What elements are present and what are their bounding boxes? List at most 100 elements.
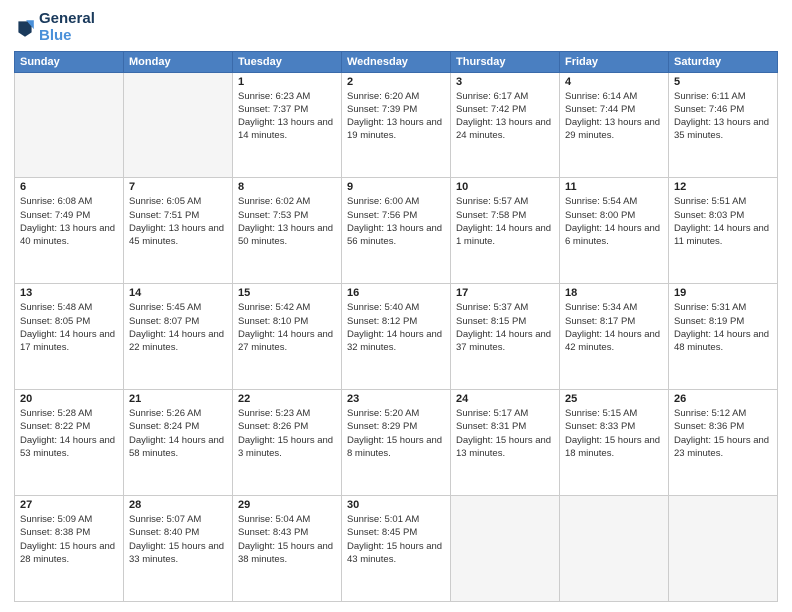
day-number: 22 — [238, 393, 336, 405]
day-info: Sunrise: 5:15 AM Sunset: 8:33 PM Dayligh… — [565, 407, 663, 460]
day-number: 24 — [456, 393, 554, 405]
calendar-cell: 24 Sunrise: 5:17 AM Sunset: 8:31 PM Dayli… — [451, 390, 560, 496]
day-info: Sunrise: 5:31 AM Sunset: 8:19 PM Dayligh… — [674, 301, 772, 354]
day-number: 11 — [565, 181, 663, 193]
day-info: Sunrise: 6:14 AM Sunset: 7:44 PM Dayligh… — [565, 90, 663, 143]
day-info: Sunrise: 6:17 AM Sunset: 7:42 PM Dayligh… — [456, 90, 554, 143]
day-info: Sunrise: 5:12 AM Sunset: 8:36 PM Dayligh… — [674, 407, 772, 460]
day-info: Sunrise: 5:26 AM Sunset: 8:24 PM Dayligh… — [129, 407, 227, 460]
calendar-cell: 20 Sunrise: 5:28 AM Sunset: 8:22 PM Dayli… — [15, 390, 124, 496]
day-number: 17 — [456, 287, 554, 299]
calendar-cell: 26Sunrise: 5:12 AM Sunset: 8:36 PM Dayli… — [669, 390, 778, 496]
calendar-cell: 5 Sunrise: 6:11 AM Sunset: 7:46 PM Daylig… — [669, 72, 778, 178]
calendar-cell: 30 Sunrise: 5:01 AM Sunset: 8:45 PM Dayli… — [342, 496, 451, 602]
day-number: 1 — [238, 76, 336, 88]
day-of-week-wednesday: Wednesday — [342, 51, 451, 72]
calendar-cell: 13Sunrise: 5:48 AM Sunset: 8:05 PM Dayli… — [15, 284, 124, 390]
day-info: Sunrise: 5:54 AM Sunset: 8:00 PM Dayligh… — [565, 195, 663, 248]
calendar-cell — [451, 496, 560, 602]
day-number: 28 — [129, 499, 227, 511]
calendar-cell: 29Sunrise: 5:04 AM Sunset: 8:43 PM Dayli… — [233, 496, 342, 602]
calendar-cell: 4 Sunrise: 6:14 AM Sunset: 7:44 PM Daylig… — [560, 72, 669, 178]
day-number: 14 — [129, 287, 227, 299]
day-number: 2 — [347, 76, 445, 88]
calendar-cell: 9 Sunrise: 6:00 AM Sunset: 7:56 PM Daylig… — [342, 178, 451, 284]
week-row-1: 1 Sunrise: 6:23 AM Sunset: 7:37 PM Daylig… — [15, 72, 778, 178]
day-of-week-monday: Monday — [124, 51, 233, 72]
calendar-body: 1 Sunrise: 6:23 AM Sunset: 7:37 PM Daylig… — [15, 72, 778, 602]
day-info: Sunrise: 6:11 AM Sunset: 7:46 PM Dayligh… — [674, 90, 772, 143]
day-info: Sunrise: 5:07 AM Sunset: 8:40 PM Dayligh… — [129, 513, 227, 566]
day-of-week-tuesday: Tuesday — [233, 51, 342, 72]
calendar-cell: 23Sunrise: 5:20 AM Sunset: 8:29 PM Dayli… — [342, 390, 451, 496]
day-number: 27 — [20, 499, 118, 511]
calendar-cell: 11 Sunrise: 5:54 AM Sunset: 8:00 PM Dayli… — [560, 178, 669, 284]
day-info: Sunrise: 6:05 AM Sunset: 7:51 PM Dayligh… — [129, 195, 227, 248]
day-info: Sunrise: 5:28 AM Sunset: 8:22 PM Dayligh… — [20, 407, 118, 460]
week-row-2: 6Sunrise: 6:08 AM Sunset: 7:49 PM Daylig… — [15, 178, 778, 284]
logo-text: General Blue — [39, 10, 95, 45]
day-number: 29 — [238, 499, 336, 511]
day-info: Sunrise: 6:00 AM Sunset: 7:56 PM Dayligh… — [347, 195, 445, 248]
calendar-cell — [669, 496, 778, 602]
day-number: 4 — [565, 76, 663, 88]
week-row-5: 27 Sunrise: 5:09 AM Sunset: 8:38 PM Dayli… — [15, 496, 778, 602]
calendar-cell: 2 Sunrise: 6:20 AM Sunset: 7:39 PM Daylig… — [342, 72, 451, 178]
calendar-cell — [124, 72, 233, 178]
calendar-cell — [15, 72, 124, 178]
day-number: 20 — [20, 393, 118, 405]
day-number: 16 — [347, 287, 445, 299]
calendar-cell: 12 Sunrise: 5:51 AM Sunset: 8:03 PM Dayli… — [669, 178, 778, 284]
day-info: Sunrise: 5:42 AM Sunset: 8:10 PM Dayligh… — [238, 301, 336, 354]
day-info: Sunrise: 5:01 AM Sunset: 8:45 PM Dayligh… — [347, 513, 445, 566]
calendar-cell — [560, 496, 669, 602]
day-info: Sunrise: 5:34 AM Sunset: 8:17 PM Dayligh… — [565, 301, 663, 354]
calendar-cell: 18 Sunrise: 5:34 AM Sunset: 8:17 PM Dayli… — [560, 284, 669, 390]
day-number: 15 — [238, 287, 336, 299]
day-number: 21 — [129, 393, 227, 405]
day-number: 9 — [347, 181, 445, 193]
calendar-cell: 10 Sunrise: 5:57 AM Sunset: 7:58 PM Dayli… — [451, 178, 560, 284]
calendar-cell: 15 Sunrise: 5:42 AM Sunset: 8:10 PM Dayli… — [233, 284, 342, 390]
calendar-cell: 19 Sunrise: 5:31 AM Sunset: 8:19 PM Dayli… — [669, 284, 778, 390]
logo: General Blue — [14, 10, 95, 45]
day-number: 12 — [674, 181, 772, 193]
calendar-cell: 17Sunrise: 5:37 AM Sunset: 8:15 PM Dayli… — [451, 284, 560, 390]
day-number: 8 — [238, 181, 336, 193]
day-number: 5 — [674, 76, 772, 88]
day-number: 30 — [347, 499, 445, 511]
calendar-cell: 21 Sunrise: 5:26 AM Sunset: 8:24 PM Dayli… — [124, 390, 233, 496]
day-of-week-sunday: Sunday — [15, 51, 124, 72]
day-info: Sunrise: 5:17 AM Sunset: 8:31 PM Dayligh… — [456, 407, 554, 460]
day-number: 18 — [565, 287, 663, 299]
day-info: Sunrise: 6:20 AM Sunset: 7:39 PM Dayligh… — [347, 90, 445, 143]
calendar-cell: 14Sunrise: 5:45 AM Sunset: 8:07 PM Dayli… — [124, 284, 233, 390]
day-number: 19 — [674, 287, 772, 299]
days-of-week-row: SundayMondayTuesdayWednesdayThursdayFrid… — [15, 51, 778, 72]
day-number: 6 — [20, 181, 118, 193]
calendar-cell: 6Sunrise: 6:08 AM Sunset: 7:49 PM Daylig… — [15, 178, 124, 284]
calendar-cell: 28 Sunrise: 5:07 AM Sunset: 8:40 PM Dayli… — [124, 496, 233, 602]
day-info: Sunrise: 5:09 AM Sunset: 8:38 PM Dayligh… — [20, 513, 118, 566]
week-row-3: 13Sunrise: 5:48 AM Sunset: 8:05 PM Dayli… — [15, 284, 778, 390]
calendar-cell: 7Sunrise: 6:05 AM Sunset: 7:51 PM Daylig… — [124, 178, 233, 284]
calendar-cell: 3Sunrise: 6:17 AM Sunset: 7:42 PM Daylig… — [451, 72, 560, 178]
day-info: Sunrise: 5:51 AM Sunset: 8:03 PM Dayligh… — [674, 195, 772, 248]
header: General Blue — [14, 10, 778, 45]
day-info: Sunrise: 5:57 AM Sunset: 7:58 PM Dayligh… — [456, 195, 554, 248]
day-of-week-friday: Friday — [560, 51, 669, 72]
calendar-cell: 1 Sunrise: 6:23 AM Sunset: 7:37 PM Daylig… — [233, 72, 342, 178]
calendar-cell: 22Sunrise: 5:23 AM Sunset: 8:26 PM Dayli… — [233, 390, 342, 496]
day-number: 10 — [456, 181, 554, 193]
day-of-week-thursday: Thursday — [451, 51, 560, 72]
day-of-week-saturday: Saturday — [669, 51, 778, 72]
logo-icon — [14, 17, 36, 39]
week-row-4: 20 Sunrise: 5:28 AM Sunset: 8:22 PM Dayli… — [15, 390, 778, 496]
day-info: Sunrise: 6:02 AM Sunset: 7:53 PM Dayligh… — [238, 195, 336, 248]
day-info: Sunrise: 5:20 AM Sunset: 8:29 PM Dayligh… — [347, 407, 445, 460]
calendar-header: SundayMondayTuesdayWednesdayThursdayFrid… — [15, 51, 778, 72]
day-info: Sunrise: 5:48 AM Sunset: 8:05 PM Dayligh… — [20, 301, 118, 354]
calendar-cell: 8 Sunrise: 6:02 AM Sunset: 7:53 PM Daylig… — [233, 178, 342, 284]
day-info: Sunrise: 6:23 AM Sunset: 7:37 PM Dayligh… — [238, 90, 336, 143]
calendar-cell: 25Sunrise: 5:15 AM Sunset: 8:33 PM Dayli… — [560, 390, 669, 496]
